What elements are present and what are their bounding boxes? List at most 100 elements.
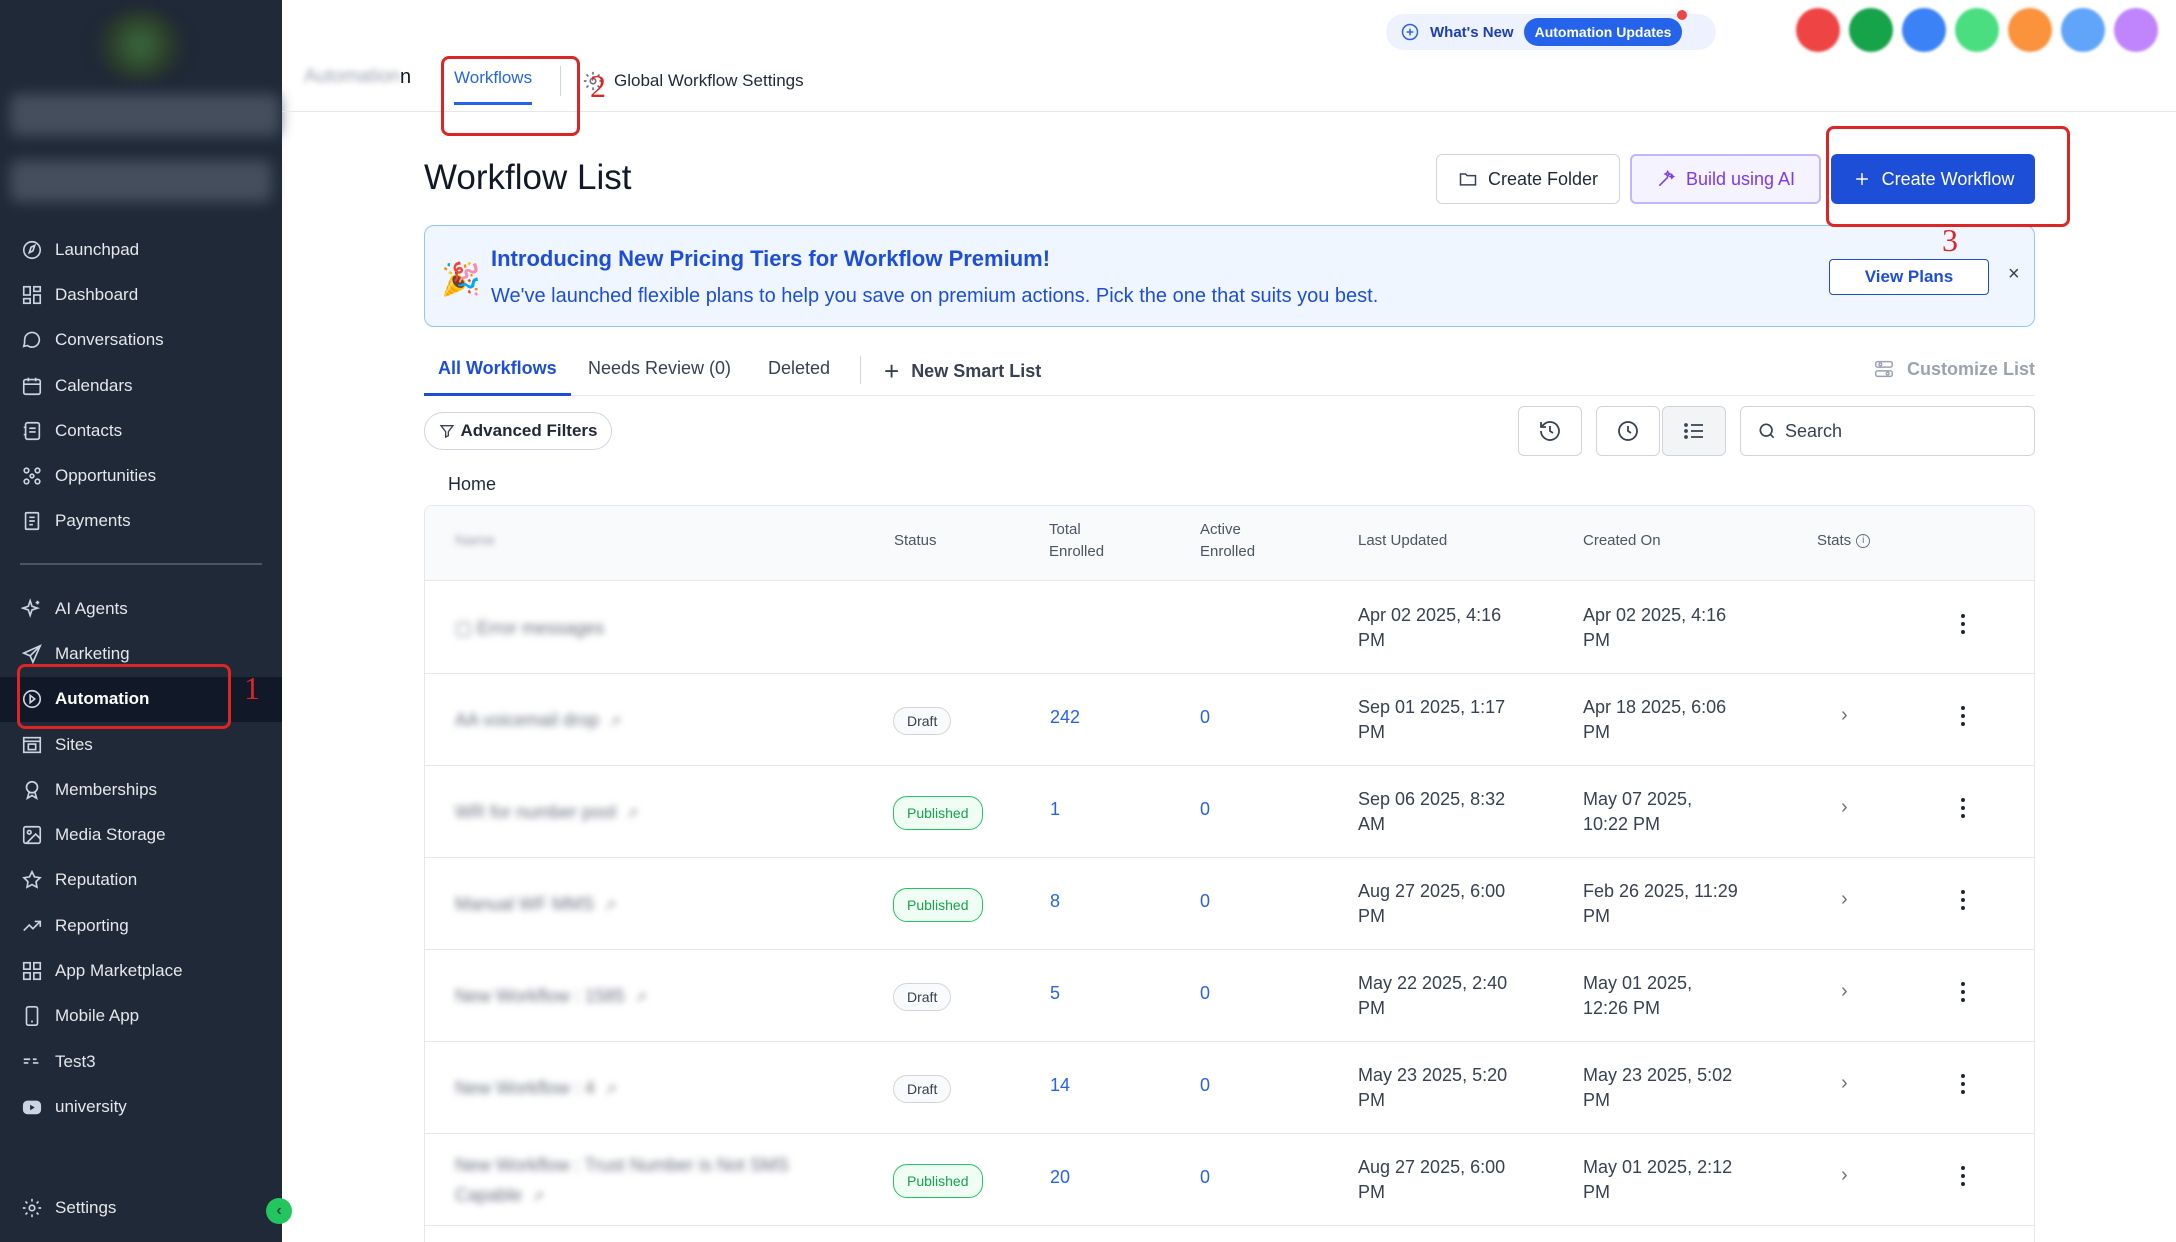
sidebar-item-opportunities[interactable]: Opportunities: [0, 453, 282, 498]
workflow-name[interactable]: AA voicemail drop ↗: [455, 705, 621, 736]
table-row[interactable]: AA voicemail drop ↗ Draft 242 0 Sep 01 2025, …: [425, 674, 2034, 766]
more-options-icon[interactable]: [1961, 706, 1965, 730]
workflow-name[interactable]: New Workflow : Trust Number is Not SMS Ca…: [455, 1150, 789, 1211]
external-link-icon[interactable]: ↗: [605, 1081, 617, 1097]
whats-new-button[interactable]: What's New Automation Updates: [1386, 10, 1716, 50]
tab-global-workflow-settings[interactable]: Global Workflow Settings: [582, 70, 804, 92]
total-enrolled-link[interactable]: 20: [1050, 1167, 1070, 1188]
total-enrolled-link[interactable]: 5: [1050, 983, 1060, 1004]
column-status[interactable]: Status: [894, 530, 937, 552]
sidebar-item-launchpad[interactable]: Launchpad: [0, 227, 282, 272]
workflow-folder-name[interactable]: ▢ Error messages: [455, 613, 604, 643]
sidebar-item-memberships[interactable]: Memberships: [0, 767, 282, 812]
chevron-right-icon[interactable]: ›: [1841, 1072, 1848, 1095]
list-view-button[interactable]: [1662, 406, 1726, 456]
chevron-right-icon[interactable]: ›: [1841, 980, 1848, 1003]
sidebar-item-app-marketplace[interactable]: App Marketplace: [0, 948, 282, 993]
tab-needs-review[interactable]: Needs Review (0): [588, 358, 731, 393]
sidebar-item-settings[interactable]: Settings: [0, 1185, 282, 1230]
workflow-name[interactable]: WR for number pool ↗: [455, 797, 638, 828]
sidebar-item-marketing[interactable]: Marketing: [0, 631, 282, 676]
build-using-ai-button[interactable]: Build using AI: [1630, 154, 1821, 204]
sidebar-item-university[interactable]: university: [0, 1084, 282, 1129]
sidebar-item-ai-agents[interactable]: AI Agents: [0, 586, 282, 631]
sidebar-item-calendars[interactable]: Calendars: [0, 363, 282, 408]
active-enrolled-link[interactable]: 0: [1200, 983, 1210, 1004]
sidebar-item-reporting[interactable]: Reporting: [0, 903, 282, 948]
chevron-right-icon[interactable]: ›: [1841, 1164, 1848, 1187]
advanced-filters-button[interactable]: Advanced Filters: [424, 412, 612, 450]
table-row[interactable]: New Workflow : Trust Number is Not SMS Ca…: [425, 1134, 2034, 1226]
active-enrolled-link[interactable]: 0: [1200, 891, 1210, 912]
sidebar-item-reputation[interactable]: Reputation: [0, 858, 282, 903]
more-options-icon[interactable]: [1961, 982, 1965, 1006]
info-icon[interactable]: i: [1856, 534, 1871, 549]
more-options-icon[interactable]: [1961, 1074, 1965, 1098]
column-active-enrolled[interactable]: Active Enrolled: [1200, 519, 1255, 563]
external-link-icon[interactable]: ↗: [635, 989, 647, 1005]
active-enrolled-link[interactable]: 0: [1200, 1075, 1210, 1096]
chevron-right-icon[interactable]: ›: [1841, 796, 1848, 819]
more-options-icon[interactable]: [1961, 1166, 1965, 1190]
view-plans-button[interactable]: View Plans: [1829, 259, 1989, 295]
sidebar-item-conversations[interactable]: Conversations: [0, 318, 282, 363]
column-name[interactable]: Name: [455, 530, 495, 552]
total-enrolled-link[interactable]: 8: [1050, 891, 1060, 912]
column-total-enrolled[interactable]: Total Enrolled: [1049, 519, 1104, 563]
create-folder-button[interactable]: Create Folder: [1436, 154, 1620, 204]
external-link-icon[interactable]: ↗: [532, 1188, 544, 1204]
workflow-name[interactable]: Manual WF MMS ↗: [455, 889, 616, 920]
tab-all-workflows[interactable]: All Workflows: [424, 358, 571, 396]
external-link-icon[interactable]: ↗: [626, 805, 638, 821]
table-row[interactable]: ▢ Error messages Apr 02 2025, 4:16 PM Apr 0…: [425, 582, 2034, 674]
total-enrolled-link[interactable]: 1: [1050, 799, 1060, 820]
avatar[interactable]: [1796, 8, 1840, 52]
new-smart-list-button[interactable]: + New Smart List: [884, 356, 1041, 387]
total-enrolled-link[interactable]: 242: [1050, 707, 1080, 728]
create-workflow-button[interactable]: Create Workflow: [1831, 154, 2035, 204]
table-row[interactable]: New Workflow : 4 ↗ Draft 14 0 May 23 2025, 5:…: [425, 1042, 2034, 1134]
avatar[interactable]: [1902, 8, 1946, 52]
table-row[interactable]: WR for number pool ↗ Published 1 0 Sep 06 202…: [425, 766, 2034, 858]
sidebar-item-media-storage[interactable]: Media Storage: [0, 812, 282, 857]
close-icon[interactable]: ×: [2008, 263, 2020, 286]
tab-deleted[interactable]: Deleted: [768, 358, 830, 393]
chevron-right-icon[interactable]: ›: [1841, 888, 1848, 911]
folder-breadcrumb-home[interactable]: Home: [448, 474, 496, 495]
sidebar-item-test3[interactable]: Test3: [0, 1039, 282, 1084]
active-enrolled-link[interactable]: 0: [1200, 1167, 1210, 1188]
active-enrolled-link[interactable]: 0: [1200, 799, 1210, 820]
table-row[interactable]: Manual WF MMS ↗ Published 8 0 Aug 27 2025, 6:…: [425, 858, 2034, 950]
customize-list-button[interactable]: Customize List: [1873, 358, 2035, 380]
workflow-name[interactable]: New Workflow : 4 ↗: [455, 1073, 616, 1104]
avatar[interactable]: [1955, 8, 1999, 52]
sidebar-collapse-button[interactable]: ‹: [266, 1198, 292, 1224]
quick-search[interactable]: [10, 160, 272, 202]
recent-button[interactable]: [1596, 406, 1660, 456]
table-row[interactable]: New Workflow : 1585 ↗ Draft 5 0 May 22 2025, …: [425, 950, 2034, 1042]
column-last-updated[interactable]: Last Updated: [1358, 530, 1447, 552]
avatar[interactable]: [2061, 8, 2105, 52]
sidebar-item-contacts[interactable]: Contacts: [0, 408, 282, 453]
total-enrolled-link[interactable]: 14: [1050, 1075, 1070, 1096]
sidebar-item-automation[interactable]: Automation: [0, 676, 282, 722]
sidebar-item-payments[interactable]: Payments: [0, 499, 282, 544]
workflow-name[interactable]: New Workflow : 1585 ↗: [455, 981, 646, 1012]
active-enrolled-link[interactable]: 0: [1200, 707, 1210, 728]
search-input[interactable]: [1785, 420, 2015, 442]
external-link-icon[interactable]: ↗: [604, 897, 616, 913]
history-button[interactable]: [1518, 406, 1582, 456]
automation-updates-badge[interactable]: Automation Updates: [1523, 10, 1688, 46]
sidebar-item-sites[interactable]: Sites: [0, 722, 282, 767]
column-stats[interactable]: Stats i: [1817, 530, 1871, 552]
avatar[interactable]: [2114, 8, 2158, 52]
avatar[interactable]: [2008, 8, 2052, 52]
avatar[interactable]: [1849, 8, 1893, 52]
column-created-on[interactable]: Created On: [1583, 530, 1661, 552]
more-options-icon[interactable]: [1961, 798, 1965, 822]
more-options-icon[interactable]: [1961, 890, 1965, 914]
sidebar-item-dashboard[interactable]: Dashboard: [0, 272, 282, 317]
sidebar-item-mobile-app[interactable]: Mobile App: [0, 994, 282, 1039]
tab-workflows[interactable]: Workflows: [454, 68, 533, 105]
external-link-icon[interactable]: ↗: [609, 713, 621, 729]
